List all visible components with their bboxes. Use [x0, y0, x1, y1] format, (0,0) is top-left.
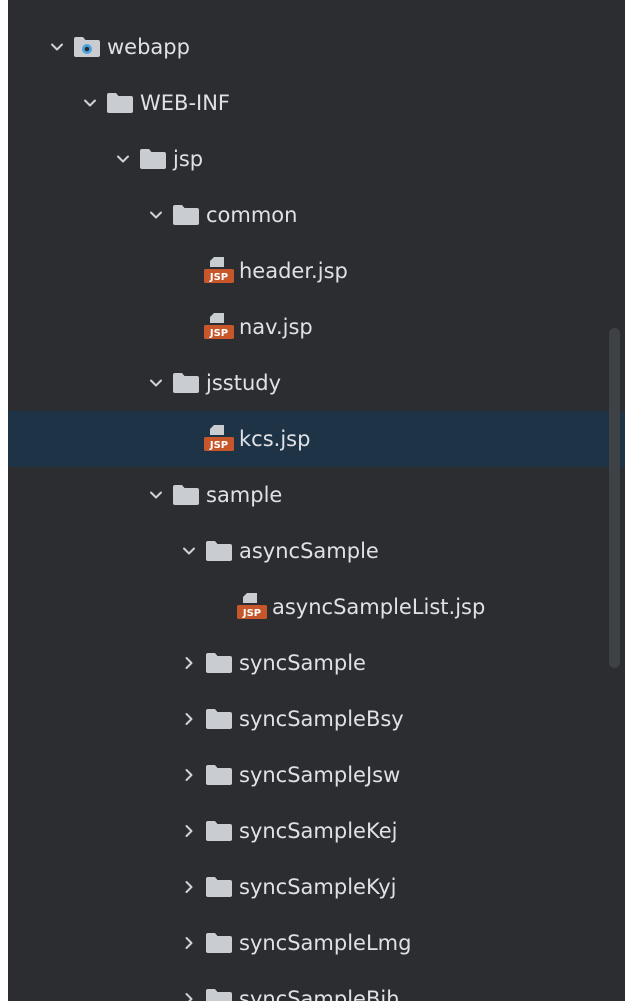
tree-item-label: syncSampleLmg: [239, 931, 412, 955]
chevron-right-icon[interactable]: [176, 691, 202, 747]
svg-text:JSP: JSP: [209, 440, 228, 451]
tree-item-label: syncSampleJsw: [239, 763, 401, 787]
tree-item[interactable]: sample: [8, 467, 625, 523]
tree-item-label: common: [206, 203, 298, 227]
folder-icon: [171, 187, 201, 243]
chevron-down-icon[interactable]: [77, 75, 103, 131]
tree-item-label: header.jsp: [239, 259, 348, 283]
tree-item-label: sample: [206, 483, 283, 507]
tree-item[interactable]: webapp: [8, 19, 625, 75]
tree-item[interactable]: syncSampleBjh: [8, 971, 625, 1001]
tree-item-label: syncSample: [239, 651, 366, 675]
chevron-down-icon[interactable]: [143, 187, 169, 243]
folder-icon: [204, 523, 234, 579]
chevron-right-icon[interactable]: [176, 915, 202, 971]
jsp-file-icon: JSP: [204, 243, 234, 299]
vertical-scrollbar[interactable]: [609, 328, 620, 668]
tree-item[interactable]: JSP asyncSampleList.jsp: [8, 579, 625, 635]
tree-item[interactable]: syncSampleKyj: [8, 859, 625, 915]
tree-item[interactable]: jsp: [8, 131, 625, 187]
chevron-right-icon[interactable]: [176, 635, 202, 691]
tree-item-label: asyncSample: [239, 539, 379, 563]
tree-item[interactable]: syncSampleJsw: [8, 747, 625, 803]
tree-item[interactable]: WEB-INF: [8, 75, 625, 131]
tree-item-label: WEB-INF: [140, 91, 230, 115]
tree-item[interactable]: syncSampleKej: [8, 803, 625, 859]
chevron-down-icon[interactable]: [110, 131, 136, 187]
tree-item[interactable]: jsstudy: [8, 355, 625, 411]
tree-item[interactable]: syncSampleLmg: [8, 915, 625, 971]
tree-item-label: syncSampleBsy: [239, 707, 404, 731]
jsp-file-icon: JSP: [237, 579, 267, 635]
chevron-down-icon[interactable]: [143, 467, 169, 523]
chevron-right-icon[interactable]: [176, 859, 202, 915]
tree-item-label: jsp: [173, 147, 204, 171]
folder-icon: [204, 635, 234, 691]
chevron-down-icon[interactable]: [176, 523, 202, 579]
tree-item-label: syncSampleBjh: [239, 987, 400, 1001]
folder-icon: [204, 971, 234, 1001]
tree-item-label: syncSampleKyj: [239, 875, 397, 899]
chevron-down-icon[interactable]: [143, 355, 169, 411]
folder-icon: [204, 803, 234, 859]
tree-item-label: kcs.jsp: [239, 427, 311, 451]
chevron-right-icon[interactable]: [176, 803, 202, 859]
tree-item[interactable]: common: [8, 187, 625, 243]
svg-text:JSP: JSP: [209, 272, 228, 283]
project-tree-panel: webapp WEB-INF jsp common JSP header.jsp JSP na…: [8, 0, 625, 1001]
tree-item[interactable]: JSP nav.jsp: [8, 299, 625, 355]
tree-item[interactable]: syncSample: [8, 635, 625, 691]
chevron-right-icon[interactable]: [176, 971, 202, 1001]
tree-item-label: nav.jsp: [239, 315, 313, 339]
web-folder-icon: [72, 19, 102, 75]
svg-text:JSP: JSP: [209, 328, 228, 339]
tree-item-label: syncSampleKej: [239, 819, 398, 843]
tree-item-label: jsstudy: [206, 371, 282, 395]
tree-item[interactable]: asyncSample: [8, 523, 625, 579]
folder-icon: [204, 859, 234, 915]
tree-item-label: webapp: [107, 35, 190, 59]
folder-icon: [204, 915, 234, 971]
tree-item[interactable]: JSP kcs.jsp: [8, 411, 625, 467]
tree-item-label: asyncSampleList.jsp: [272, 595, 486, 619]
folder-icon: [171, 355, 201, 411]
folder-icon: [204, 747, 234, 803]
chevron-right-icon[interactable]: [176, 747, 202, 803]
tree-item[interactable]: JSP header.jsp: [8, 243, 625, 299]
folder-icon: [105, 75, 135, 131]
chevron-down-icon[interactable]: [44, 19, 70, 75]
jsp-file-icon: JSP: [204, 299, 234, 355]
jsp-file-icon: JSP: [204, 411, 234, 467]
svg-text:JSP: JSP: [242, 608, 261, 619]
folder-icon: [138, 131, 168, 187]
folder-icon: [171, 467, 201, 523]
folder-icon: [204, 691, 234, 747]
tree-item[interactable]: syncSampleBsy: [8, 691, 625, 747]
